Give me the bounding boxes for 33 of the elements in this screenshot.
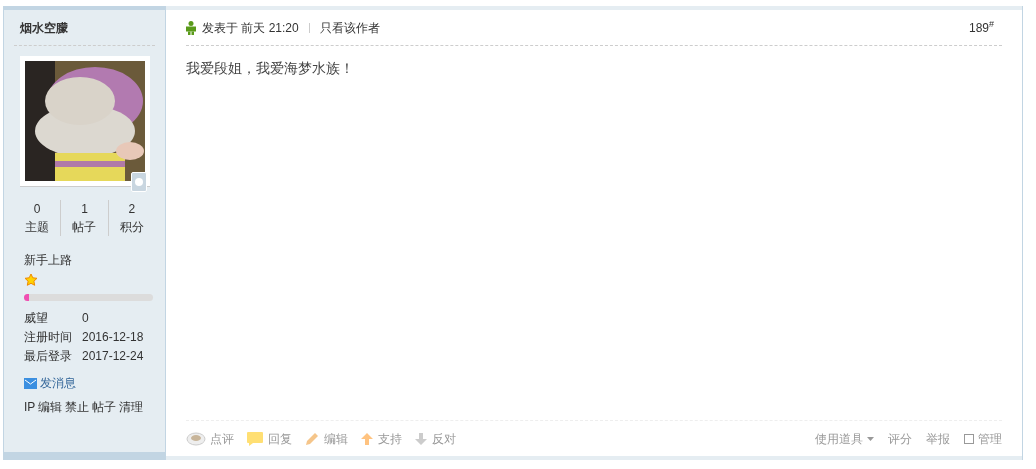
stat-value: 1 [81,201,88,218]
profile-label: 威望 [24,310,49,327]
stat-value: 2 [128,201,136,218]
profile-label: 注册时间 [24,329,73,346]
rank-title: 新手上路 [24,252,73,269]
admin-link[interactable]: IP [24,398,36,416]
cup-icon [186,431,206,446]
profile-value: 0 [82,310,89,327]
caret-icon [867,436,874,441]
admin-link[interactable]: 清理 [119,398,144,416]
up-arrow-icon [360,431,374,446]
author-name[interactable]: 烟水空朦 [20,18,68,37]
post-time: 发表于 前天 21:20 [202,19,299,37]
admin-link[interactable]: 禁止 [65,398,90,416]
profile-value: 2016-12-18 [82,329,144,346]
person-icon [186,20,196,35]
floor-number[interactable]: 189$^{#}$ [968,18,994,37]
stat-label[interactable]: 主题 [25,218,50,236]
down-arrow-icon [414,431,428,446]
speech-bubble-icon [246,430,264,447]
profile-label: 最后登录 [24,348,73,365]
post-content: 我爱段姐，我爱海梦水族！ [186,59,355,78]
pencil-icon [304,430,320,447]
stat-label[interactable]: 帖子 [72,218,97,236]
profile-value: 2017-12-24 [82,348,144,365]
admin-link[interactable]: 帖子 [92,398,117,416]
stat-label[interactable]: 积分 [119,218,144,236]
author-only-link[interactable]: 只看该作者 [319,18,380,37]
stat-value: 0 [33,201,41,218]
rank-star-icon [24,273,38,287]
admin-link[interactable]: 编辑 [38,398,63,416]
message-link[interactable]: 发消息 [40,374,76,392]
envelope-icon [24,377,37,389]
